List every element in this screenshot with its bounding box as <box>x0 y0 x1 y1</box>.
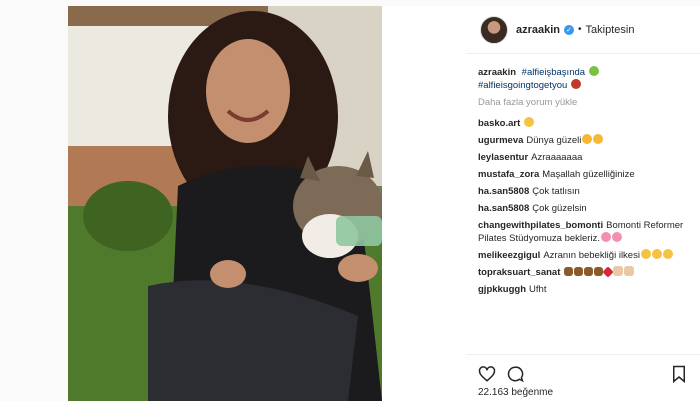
instagram-post-page: azraakin ✓ • Takiptesin azraakin #alfiei… <box>0 0 700 401</box>
heart-emoji-icon <box>602 266 615 278</box>
alien-emoji-icon <box>588 66 599 76</box>
comment-username[interactable]: ha.san5808 <box>478 186 529 197</box>
cat-emoji-icon <box>640 249 651 259</box>
post-header: azraakin ✓ • Takiptesin <box>466 6 700 54</box>
paw-emoji-icon <box>574 267 584 276</box>
comment-item: basko.art <box>478 117 700 130</box>
comment-username[interactable]: ugurmeva <box>478 135 523 146</box>
heart-eyes-emoji-icon <box>593 134 604 144</box>
comment-username[interactable]: ha.san5808 <box>478 203 529 214</box>
comment-item: mustafa_zora Maşallah güzelliğinize <box>478 168 700 181</box>
action-bar <box>466 354 700 383</box>
flower-emoji-icon <box>600 232 611 242</box>
cat-emoji-icon <box>524 117 535 127</box>
post-side-panel: azraakin ✓ • Takiptesin azraakin #alfiei… <box>466 6 700 401</box>
post-photo[interactable] <box>68 6 382 401</box>
comment-item: leylasentur Azraaaaaaa <box>478 151 700 164</box>
comment-text: Maşallah güzelliğinize <box>542 169 635 180</box>
comment-item: ugurmeva Dünya güzeli <box>478 134 700 147</box>
comment-text: Dünya güzeli <box>526 135 582 146</box>
caption: azraakin #alfieişbaşında #alfieisgoingto… <box>478 66 700 92</box>
paw-emoji-icon <box>584 267 594 276</box>
caption-username[interactable]: azraakin <box>478 67 516 78</box>
heart-eyes-emoji-icon <box>582 134 593 144</box>
hand-emoji-icon <box>613 266 624 276</box>
comment-text: Ufht <box>529 284 547 295</box>
comment-text: Azranın bebekliği ilkesi <box>543 250 640 261</box>
comment-item: topraksuart_sanat <box>478 266 700 279</box>
comment-item: gjpkkuggh Ufht <box>478 283 700 296</box>
cat-emoji-icon <box>662 249 673 259</box>
following-button[interactable]: Takiptesin <box>586 24 635 36</box>
verified-badge-icon: ✓ <box>564 24 575 35</box>
comment-username[interactable]: topraksuart_sanat <box>478 267 560 278</box>
hashtag-link[interactable]: #alfieisgoingtogetyou <box>478 80 567 91</box>
comment-username[interactable]: melikeezgigul <box>478 250 540 261</box>
comment-username[interactable]: mustafa_zora <box>478 169 539 180</box>
comment-username[interactable]: basko.art <box>478 118 520 129</box>
heart-outline-icon[interactable] <box>478 365 496 383</box>
comment-username[interactable]: gjpkkuggh <box>478 284 526 295</box>
comment-text: Çok tatlısın <box>532 186 580 197</box>
comment-bubble-icon[interactable] <box>506 365 524 383</box>
comment-item: ha.san5808 Çok güzelsin <box>478 202 700 215</box>
like-count[interactable]: 22.163 beğenme <box>478 387 553 398</box>
comment-text: Azraaaaaaa <box>531 152 583 163</box>
comment-text: Çok güzelsin <box>532 203 587 214</box>
comment-username[interactable]: leylasentur <box>478 152 528 163</box>
flower-emoji-icon <box>611 232 622 242</box>
comment-item: ha.san5808 Çok tatlısın <box>478 185 700 198</box>
devil-emoji-icon <box>570 79 581 89</box>
cat-emoji-icon <box>651 249 662 259</box>
paw-emoji-icon <box>564 267 574 276</box>
hand-emoji-icon <box>624 266 635 276</box>
comment-item: melikeezgigul Azranın bebekliği ilkesi <box>478 249 700 262</box>
load-more-comments-link[interactable]: Daha fazla yorum yükle <box>478 96 700 109</box>
author-avatar[interactable] <box>480 15 508 44</box>
photo-illustration <box>68 6 382 401</box>
author-username[interactable]: azraakin <box>516 24 560 36</box>
comment-item: changewithpilates_bomonti Bomonti Reforme… <box>478 219 700 245</box>
comment-username[interactable]: changewithpilates_bomonti <box>478 220 603 231</box>
bookmark-icon[interactable] <box>670 365 688 383</box>
header-separator: • <box>578 24 582 35</box>
comment-rows: basko.art ugurmeva Dünya güzeli leylasentur… <box>478 117 700 296</box>
comment-list: azraakin #alfieişbaşında #alfieisgoingto… <box>478 66 700 300</box>
hashtag-link[interactable]: #alfieişbaşında <box>522 67 585 78</box>
